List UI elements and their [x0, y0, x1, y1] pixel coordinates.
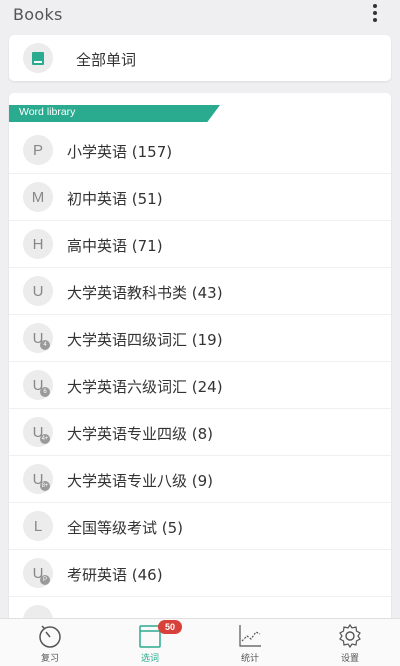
letter-avatar: P: [23, 135, 53, 165]
list-item-label: 初中英语 (51): [67, 190, 163, 208]
level-badge: 4+: [40, 434, 50, 444]
nav-stats-label: 统计: [240, 654, 259, 664]
list-item-label: 大学英语四级词汇 (19): [67, 331, 223, 349]
nav-review[interactable]: 复习: [0, 619, 100, 666]
level-badge: P: [40, 575, 50, 585]
list-item[interactable]: U 4+ 大学英语专业四级 (8): [9, 409, 391, 456]
list-item-label: 高中英语 (71): [67, 237, 163, 255]
level-badge: 4: [40, 340, 50, 350]
word-library-card: Word library P 小学英语 (157) M 初中英语 (51) H …: [9, 93, 391, 633]
word-library-ribbon: Word library: [9, 105, 220, 122]
nav-stats[interactable]: 统计: [200, 619, 300, 666]
top-bar: Books: [0, 0, 400, 32]
all-words-label: 全部单词: [76, 51, 137, 69]
nav-settings-label: 设置: [340, 654, 359, 664]
all-words-avatar: [23, 43, 53, 73]
list-item[interactable]: L 全国等级考试 (5): [9, 503, 391, 550]
level-badge: 6: [40, 387, 50, 397]
letter-avatar: L: [23, 511, 53, 541]
clock-icon: [39, 625, 61, 648]
nav-review-label: 复习: [40, 654, 59, 664]
list-item[interactable]: UP 考研英语 (46): [9, 550, 391, 597]
letter-avatar: U6: [23, 370, 53, 400]
list-item[interactable]: M 初中英语 (51): [9, 174, 391, 221]
letter-avatar: H: [23, 229, 53, 259]
list-item[interactable]: U4 大学英语四级词汇 (19): [9, 315, 391, 362]
more-options-icon[interactable]: [370, 2, 380, 24]
book-icon: [32, 51, 44, 65]
letter-avatar: UP: [23, 558, 53, 588]
list-item[interactable]: P 小学英语 (157): [9, 127, 391, 174]
list-item-label: 小学英语 (157): [67, 143, 173, 161]
all-words-item[interactable]: 全部单词: [9, 35, 391, 81]
nav-settings[interactable]: 设置: [300, 619, 400, 666]
letter-avatar: U4: [23, 323, 53, 353]
letter-avatar: U 8+: [23, 464, 53, 494]
nav-select-words[interactable]: 50 选词: [100, 619, 200, 666]
line-chart-icon: [239, 625, 261, 647]
word-library-list: P 小学英语 (157) M 初中英语 (51) H 高中英语 (71) U 大…: [9, 127, 391, 633]
level-badge: 8+: [40, 481, 50, 491]
list-item-label: 大学英语专业四级 (8): [67, 425, 214, 443]
word-count-badge: 50: [158, 620, 182, 634]
gear-icon: [339, 623, 361, 649]
list-item-label: 大学英语专业八级 (9): [67, 472, 214, 490]
word-library-title: Word library: [19, 106, 76, 118]
letter-avatar: U: [23, 276, 53, 306]
page-title: Books: [13, 5, 63, 24]
list-item-label: 全国等级考试 (5): [67, 519, 184, 537]
list-item[interactable]: U 8+ 大学英语专业八级 (9): [9, 456, 391, 503]
letter-avatar: U 4+: [23, 417, 53, 447]
letter-avatar: M: [23, 182, 53, 212]
list-item-label: 考研英语 (46): [67, 566, 163, 584]
list-item[interactable]: U 大学英语教科书类 (43): [9, 268, 391, 315]
nav-select-label: 选词: [140, 654, 159, 664]
list-item-label: 大学英语六级词汇 (24): [67, 378, 223, 396]
bottom-navigation: 复习 50 选词 统计 设置: [0, 618, 400, 666]
list-item-label: 大学英语教科书类 (43): [67, 284, 223, 302]
list-item[interactable]: H 高中英语 (71): [9, 221, 391, 268]
list-item[interactable]: U6 大学英语六级词汇 (24): [9, 362, 391, 409]
